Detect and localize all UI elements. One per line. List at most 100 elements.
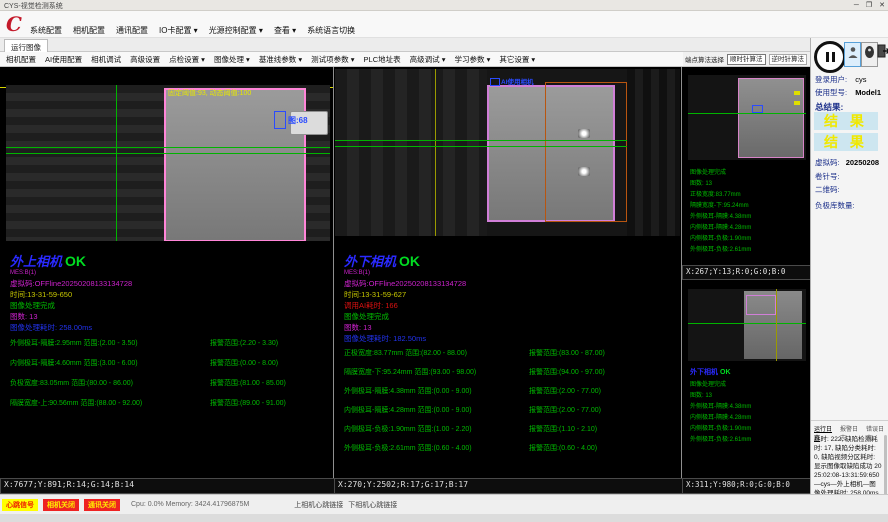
menu-camera-config[interactable]: 相机配置 <box>73 25 105 36</box>
minimize-icon[interactable]: ─ <box>854 0 859 11</box>
time-line: 时间:13-31-59-650 <box>10 290 72 299</box>
led-highlight <box>578 167 590 176</box>
virtual-code-line: 虚拟码:OFFline20250208133134728 <box>344 279 466 288</box>
window-controls: ─ ❐ ✕ <box>854 0 885 11</box>
app-logo: C <box>6 12 22 36</box>
image-count-line: 图数: 13 <box>10 312 38 321</box>
bottom-strip <box>0 514 888 522</box>
measure-row: 隔膜宽度-上:90.56mm 范围:(88.00 - 92.00)报警范围:(8… <box>10 398 286 408</box>
thumbnail-column: 图像处理完成 图数: 13 正极宽度:83.77mm 隔膜宽度-下:95.24m… <box>682 67 810 494</box>
led-highlight <box>578 129 590 138</box>
machinery-texture <box>335 69 487 236</box>
cpu-memory-readout: Cpu: 0.0% Memory: 3424.41796875M <box>131 501 249 508</box>
menu-io-config[interactable]: IO卡配置 ▾ <box>159 25 198 36</box>
thumb-info-line: 隔膜宽度-下:95.24mm <box>690 200 749 209</box>
tool-other-settings[interactable]: 其它设置 ▾ <box>499 54 535 65</box>
thumb-info-line: 外侧极耳-负极:2.61mm <box>690 244 751 253</box>
tool-advanced-set[interactable]: 高级设置 <box>130 54 160 65</box>
tab-anticlockwise-algo[interactable]: 逆时针算法 <box>769 54 808 65</box>
measure-row: 外侧极耳-隔膜:4.38mm 范围:(0.00 - 9.00)报警范围:(2.0… <box>344 386 601 396</box>
purple-roi-rectangle <box>746 295 776 315</box>
ai-elapsed-line: 调用AI耗时: 166 <box>344 301 398 310</box>
logout-door-icon <box>877 44 888 63</box>
thumb1-view[interactable] <box>688 75 806 160</box>
measure-row: 外侧极耳-负极:2.61mm 范围:(0.60 - 4.00)报警范围:(0.6… <box>344 443 597 453</box>
thumb-info-line: 内侧极耳-隔膜:4.28mm <box>690 222 751 231</box>
tool-camera-debug[interactable]: 相机调试 <box>91 54 121 65</box>
thumb-info-line: 外侧极耳-隔膜:4.38mm <box>690 211 751 220</box>
measure-row: 外侧极耳-隔膜:2.95mm 范围:(2.00 - 3.50)报警范围:(2.2… <box>10 338 278 348</box>
tool-camera-config[interactable]: 相机配置 <box>6 54 36 65</box>
logout-button[interactable] <box>878 42 888 65</box>
tab-clockwise-algo[interactable]: 顺时针算法 <box>727 54 766 65</box>
image-count-line: 图数: 13 <box>344 323 372 332</box>
blue-marker-box <box>752 105 763 113</box>
tool-adv-debug[interactable]: 高级调试 ▾ <box>410 54 446 65</box>
roi-rectangle <box>738 78 804 158</box>
lock-button[interactable] <box>861 42 878 67</box>
tool-spot-check[interactable]: 点检设置 ▾ <box>169 54 205 65</box>
menu-view[interactable]: 查看 ▾ <box>274 25 296 36</box>
pause-button[interactable] <box>814 41 846 73</box>
maximize-icon[interactable]: ❐ <box>866 0 872 11</box>
left-camera-view[interactable]: 固定阈值:93, 动态阈值:100 图:68 <box>6 85 330 241</box>
blue-marker-box <box>490 78 500 86</box>
status-bar: 心跳信号 相机关闭 通讯关闭 Cpu: 0.0% Memory: 3424.41… <box>0 494 888 514</box>
thumb-info-line: 图数: 13 <box>690 178 712 187</box>
upper-camera-heartbeat: 上相机心跳链接 <box>294 500 343 510</box>
user-button[interactable] <box>844 42 861 67</box>
measure-row: 内侧极耳-负极:1.90mm 范围:(1.00 - 2.20)报警范围:(1.1… <box>344 424 597 434</box>
thumb2-coords-readout: X:311;Y:980;R:0;G:0;B:0 <box>682 478 815 494</box>
elapsed-line: 图像处理耗时: 258.00ms <box>10 323 92 332</box>
camera-name: 外下相机 <box>344 254 396 269</box>
camera-title: 外下相机OK <box>344 251 420 270</box>
tool-learn-params[interactable]: 学习参数 ▾ <box>454 54 490 65</box>
marker-label: 图:68 <box>288 115 308 126</box>
right-sidebar: 登录用户: cys 使用型号: Model1 总结果: 结 果 结 果 虚拟码:… <box>810 38 888 516</box>
process-done-line: 图像处理完成 <box>344 312 389 321</box>
middle-camera-view[interactable]: AI使用相机 <box>335 69 680 236</box>
green-guide-line <box>335 146 627 147</box>
title-bar: CYS-视觉检测系统 ─ ❐ ✕ <box>0 0 888 11</box>
machinery-texture <box>627 69 680 236</box>
heartbeat-badge: 心跳信号 <box>2 499 38 511</box>
green-guide-vline <box>116 85 117 241</box>
tool-ai-config[interactable]: AI使用配置 <box>45 54 82 65</box>
menu-comm-config[interactable]: 通讯配置 <box>116 25 148 36</box>
algo-label: 端点算法选择 <box>685 54 724 64</box>
process-done-line: 图像处理完成 <box>10 301 55 310</box>
tool-test-params[interactable]: 测试项参数 ▾ <box>311 54 354 65</box>
tool-baseline-params[interactable]: 基准线参数 ▾ <box>259 54 302 65</box>
window-title: CYS-视觉检测系统 <box>4 1 63 11</box>
menu-light-config[interactable]: 光源控制配置 ▾ <box>209 25 263 36</box>
left-camera-panel: 固定阈值:93, 动态阈值:100 图:68 外上相机OK MES:B(1) 虚… <box>0 67 334 494</box>
tool-plc-table[interactable]: PLC地址表 <box>364 54 401 65</box>
thumb1-coords-readout: X:267;Y:13;R:0;G:0;B:0 <box>682 265 815 280</box>
result-ok-badge: OK <box>399 253 420 269</box>
result-display-2: 结 果 <box>814 133 878 151</box>
left-coords-readout: X:7677;Y:891;R:14;G:14;B:14 <box>0 478 338 494</box>
log-scrollbar[interactable] <box>884 435 887 503</box>
main-area: 固定阈值:93, 动态阈值:100 图:68 外上相机OK MES:B(1) 虚… <box>0 67 810 494</box>
measure-row: 负极宽度:83.05mm 范围:(80.00 - 86.00)报警范围:(81.… <box>10 378 286 388</box>
needle-number-label: 卷针号: <box>815 171 840 182</box>
thumb2-title: 外下相机OK <box>690 367 731 377</box>
thumb-info-line: 图像处理完成 <box>690 379 726 388</box>
yellow-guide-vline <box>435 69 436 236</box>
green-guide-line <box>688 113 806 114</box>
result-ok-badge: OK <box>65 253 86 269</box>
yellow-mark <box>794 101 800 105</box>
result-display-1: 结 果 <box>814 112 878 130</box>
login-user-value: cys <box>855 75 866 84</box>
green-guide-line <box>6 153 330 154</box>
tool-image-process[interactable]: 图像处理 ▾ <box>214 54 250 65</box>
menu-system-config[interactable]: 系统配置 <box>30 25 62 36</box>
green-guide-line <box>688 323 806 324</box>
close-icon[interactable]: ✕ <box>879 0 885 11</box>
yellow-mark <box>794 91 800 95</box>
thumb2-view[interactable] <box>688 289 806 361</box>
menu-language-switch[interactable]: 系统语言切换 <box>307 25 355 36</box>
mes-tag: MES:B(1) <box>10 270 36 276</box>
thumb-info-line: 图数: 13 <box>690 390 712 399</box>
anode-count-label: 负极库数量: <box>815 200 855 211</box>
